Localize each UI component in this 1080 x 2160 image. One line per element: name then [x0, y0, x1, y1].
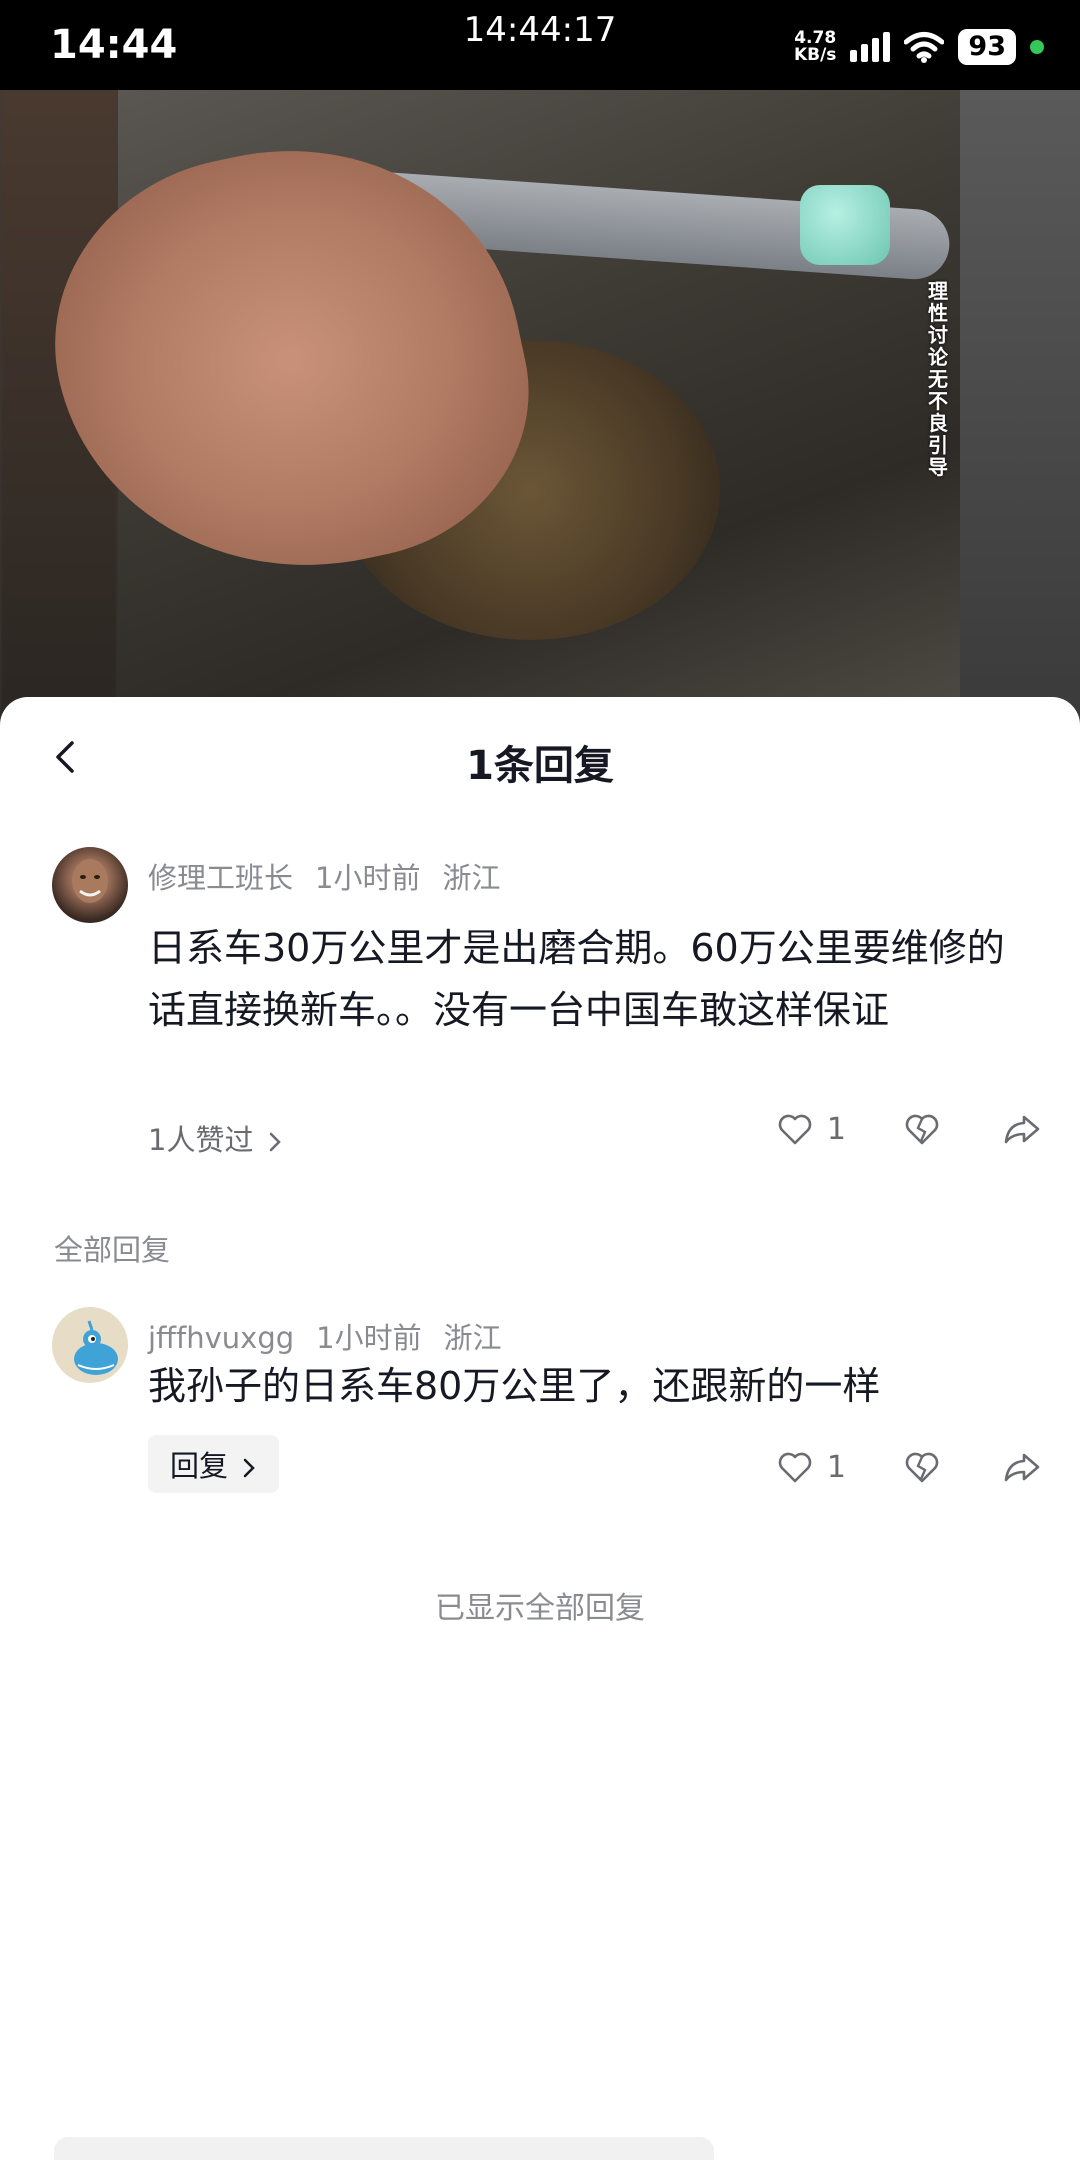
main-comment: 修理工班长 1小时前 浙江 日系车30万公里才是出磨合期。60万公里要维修的话直接换… — [52, 847, 1042, 1177]
share-icon — [1004, 1115, 1040, 1144]
reply-sheet: 1条回复 修理工班长 1小时前 浙江 日系车30万公里才是出磨合期。60万公里要维修… — [0, 697, 1080, 2160]
chevron-right-icon — [269, 1132, 281, 1152]
reply-meta: jfffhvuxgg 1小时前 浙江 — [148, 1315, 524, 1357]
sheet-title: 1条回复 — [466, 743, 614, 789]
reply-actions: 1 — [775, 1447, 1042, 1487]
share-icon — [1004, 1453, 1040, 1482]
dislike-button[interactable] — [902, 1109, 942, 1149]
comment-text[interactable]: 日系车30万公里才是出磨合期。60万公里要维修的话直接换新车。。没有一台中国车敢… — [148, 917, 1028, 1041]
reply-location: 浙江 — [443, 1321, 502, 1355]
reply-button[interactable]: 回复 — [148, 1435, 280, 1493]
liked-by-link[interactable]: 1人赞过 — [148, 1117, 283, 1159]
comment-actions: 1 — [775, 1109, 1042, 1149]
reply-item: jfffhvuxgg 1小时前 浙江 我孙子的日系车80万公里了，还跟新的一样 回复… — [52, 1307, 1042, 1507]
heart-icon — [778, 1114, 812, 1145]
heart-icon — [778, 1452, 812, 1483]
avatar-cartoon-icon — [74, 1320, 118, 1375]
broken-heart-icon — [905, 1114, 939, 1145]
reply-input-bar[interactable] — [54, 2137, 714, 2160]
comment-meta: 修理工班长 1小时前 浙江 — [148, 855, 522, 897]
like-count: 1 — [826, 1111, 846, 1147]
video-caption: 理性讨论 无不良引导 — [928, 279, 948, 479]
status-bar: 14:44 14:44:17 4.78 KB/s 93 — [0, 0, 1080, 90]
signal-icon — [850, 32, 891, 62]
privacy-indicator-icon — [1030, 40, 1044, 54]
share-button[interactable] — [1002, 1109, 1042, 1149]
avatar[interactable] — [52, 847, 128, 923]
battery-level: 93 — [958, 29, 1016, 65]
comment-time: 1小时前 — [315, 861, 421, 895]
video-blur-right — [960, 90, 1080, 730]
reply-button-label: 回复 — [170, 1449, 229, 1483]
all-replies-label: 全部回复 — [54, 1233, 171, 1267]
network-speed-unit: KB/s — [793, 45, 837, 65]
avatar-face-icon — [72, 859, 108, 903]
comment-location: 浙江 — [442, 861, 501, 895]
broken-heart-icon — [905, 1452, 939, 1483]
wifi-icon — [904, 32, 945, 63]
reply-author[interactable]: jfffhvuxgg — [148, 1321, 294, 1355]
like-button[interactable]: 1 — [775, 1447, 846, 1487]
dislike-button[interactable] — [902, 1447, 942, 1487]
like-button[interactable]: 1 — [775, 1109, 846, 1149]
status-icons: 4.78 KB/s 93 — [794, 24, 1044, 70]
like-count: 1 — [826, 1449, 846, 1485]
video-player[interactable]: 理性讨论 无不良引导 — [0, 90, 1080, 730]
chevron-right-icon — [243, 1458, 256, 1478]
liked-by-label: 1人赞过 — [148, 1123, 254, 1157]
comment-author[interactable]: 修理工班长 — [148, 861, 293, 895]
video-scene-cap — [800, 185, 890, 265]
reply-time: 1小时前 — [316, 1321, 422, 1355]
end-of-replies-note: 已显示全部回复 — [435, 1591, 645, 1626]
network-speed: 4.78 KB/s — [794, 30, 836, 64]
reply-text[interactable]: 我孙子的日系车80万公里了，还跟新的一样 — [148, 1355, 1028, 1417]
avatar[interactable] — [52, 1307, 128, 1383]
share-button[interactable] — [1002, 1447, 1042, 1487]
